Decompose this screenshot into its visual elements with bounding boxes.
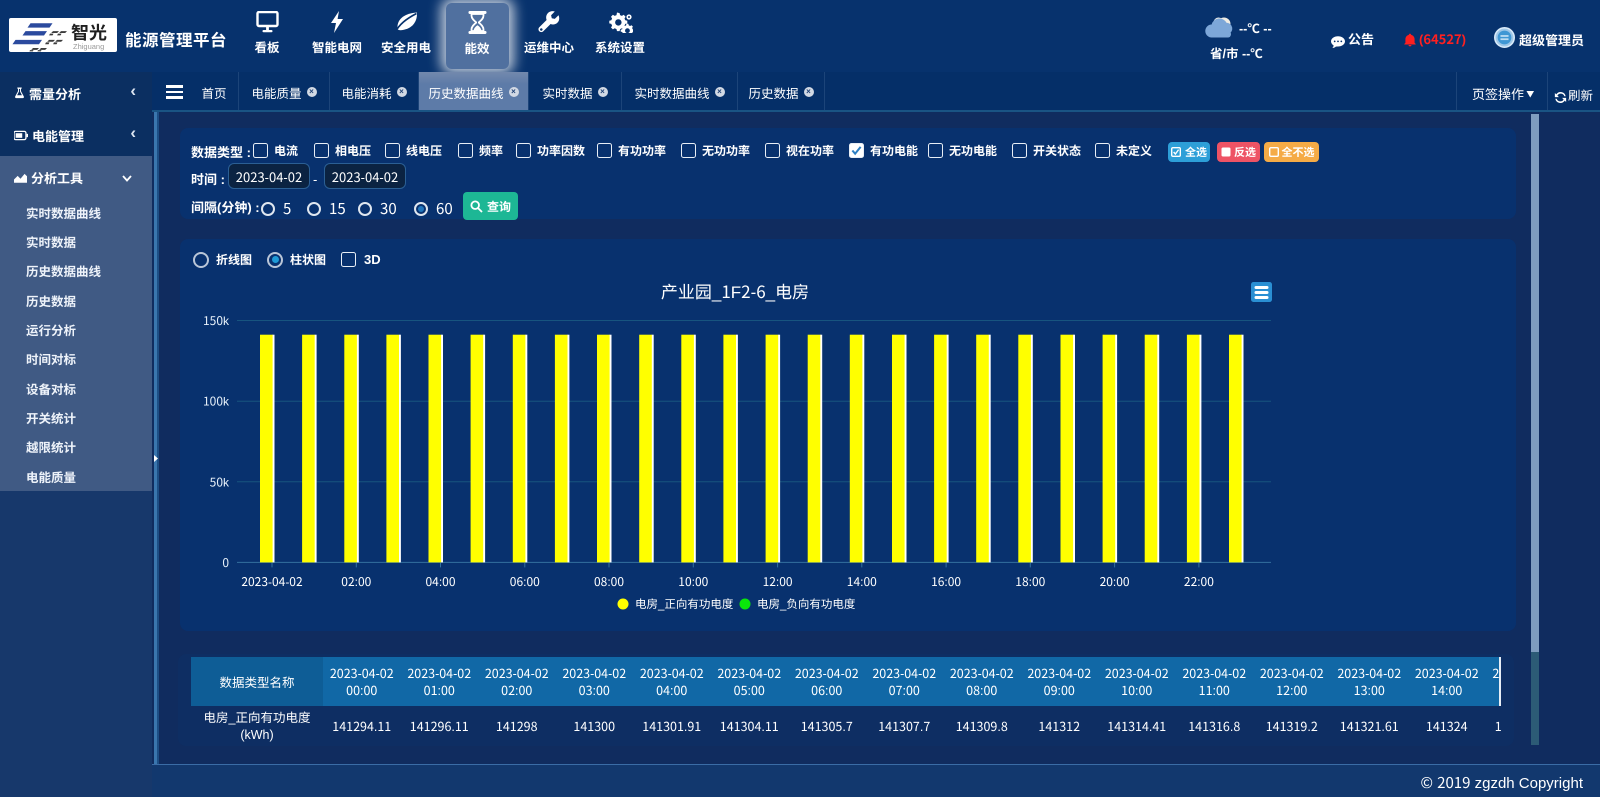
svg-text:14:00: 14:00: [847, 573, 877, 590]
svg-text:08:00: 08:00: [594, 573, 624, 590]
svg-text:50k: 50k: [210, 473, 230, 490]
svg-text:18:00: 18:00: [1015, 573, 1045, 590]
svg-text:02:00: 02:00: [341, 573, 371, 590]
svg-text:Zhiguang: Zhiguang: [73, 42, 104, 51]
svg-text:产业园_1F2-6_电房: 产业园_1F2-6_电房: [661, 278, 809, 303]
svg-text:20:00: 20:00: [1100, 573, 1130, 590]
svg-text:150k: 150k: [203, 312, 230, 329]
svg-text:16:00: 16:00: [931, 573, 961, 590]
svg-text:电房_正向有功电度: 电房_正向有功电度: [635, 596, 734, 612]
svg-text:0: 0: [222, 554, 229, 571]
svg-text:10:00: 10:00: [678, 573, 708, 590]
svg-text:22:00: 22:00: [1184, 573, 1214, 590]
svg-text:12:00: 12:00: [763, 573, 793, 590]
svg-text:100k: 100k: [203, 393, 230, 410]
svg-text:电房_负向有功电度: 电房_负向有功电度: [757, 596, 856, 612]
svg-text:06:00: 06:00: [510, 573, 540, 590]
svg-text:2023-04-02: 2023-04-02: [241, 573, 303, 590]
svg-text:04:00: 04:00: [426, 573, 456, 590]
